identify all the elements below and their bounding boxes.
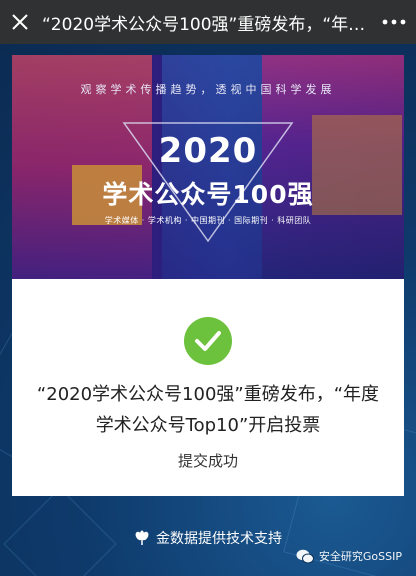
- banner-subtitle: 观察学术传播趋势，透视中国科学发展: [80, 83, 336, 96]
- banner-image: 观察学术传播趋势，透视中国科学发展 2020 学术公众号100强 学术媒体 · …: [12, 55, 404, 279]
- close-icon: [12, 14, 28, 30]
- more-button[interactable]: [372, 0, 416, 44]
- tech-support-footer[interactable]: 金数据提供技术支持: [0, 528, 416, 548]
- tech-support-label: 金数据提供技术支持: [156, 531, 282, 547]
- watermark-text: 安全研究GoSSIP: [318, 550, 402, 563]
- page-title: “2020学术公众号100强”重磅发布，“年度学术公众号Top10”开启投票: [42, 14, 372, 35]
- close-button[interactable]: [0, 0, 40, 44]
- title-bar: “2020学术公众号100强”重磅发布，“年度学术公众号Top10”开启投票: [0, 0, 416, 44]
- banner-year: 2020: [158, 131, 258, 171]
- success-panel: “2020学术公众号100强”重磅发布，“年度学术公众号Top10”开启投票 提…: [12, 279, 404, 496]
- submit-status: 提交成功: [177, 452, 238, 470]
- wechat-icon: [296, 549, 314, 563]
- banner-tags: 学术媒体 · 学术机构 · 中国期刊 · 国际期刊 · 科研团队: [104, 216, 312, 225]
- more-icon: [382, 19, 406, 25]
- result-card: 观察学术传播趋势，透视中国科学发展 2020 学术公众号100强 学术媒体 · …: [12, 55, 404, 496]
- jinshuju-logo-icon: [135, 530, 149, 545]
- checkmark-icon: [184, 317, 232, 365]
- form-title-message: “2020学术公众号100强”重磅发布，“年度学术公众号Top10”开启投票: [36, 384, 380, 436]
- watermark: 安全研究GoSSIP: [296, 548, 402, 564]
- banner-heading: 学术公众号100强: [102, 180, 314, 209]
